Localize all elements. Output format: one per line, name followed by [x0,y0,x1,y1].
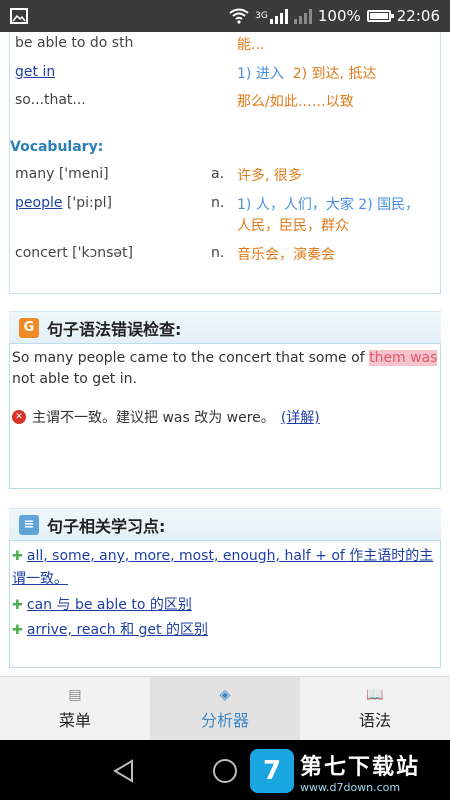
clock: 22:06 [396,7,440,25]
input-sentence: So many people came to the concert that … [12,350,438,387]
learning-point-link[interactable]: ✚ can 与 be able to 的区别 [12,594,436,617]
tab-grammar[interactable]: 📖 语法 [300,677,450,740]
book-icon: 📖 [366,686,384,703]
notes-icon: ≡ [19,514,39,535]
phrase-en: so...that... [15,92,86,108]
grammar-check-icon: G [19,317,39,338]
details-link[interactable]: (详解) [281,407,320,427]
vocab-pos: a. [211,166,225,182]
watermark-name: 第七下载站 [300,754,421,780]
tab-menu[interactable]: ▤ 菜单 [0,677,150,740]
vocab-zh: 许多, 很多 [237,168,302,184]
signal-strength-sim2-icon [293,8,312,24]
signal-strength-icon [269,8,288,24]
learning-points-title: 句子相关学习点: [47,516,166,536]
status-bar: 3G 100% 22:06 [0,0,450,32]
learning-points-panel: ✚ all, some, any, more, most, enough, hal… [9,540,441,668]
learning-point-link[interactable]: ✚ arrive, reach 和 get 的区别 [12,619,436,642]
vocab-pos: n. [211,245,225,261]
plus-icon: ✚ [12,623,23,638]
tab-analyzer[interactable]: ◈ 分析器 [150,677,300,740]
phrase-link-get-in[interactable]: get in [15,64,55,80]
error-message: ✕ 主谓不一致。建议把 was 改为 were。 (详解) [12,407,320,427]
plus-icon: ✚ [12,598,23,613]
home-icon[interactable] [212,758,238,784]
vocab-word: many ['meni] [15,166,109,182]
phrase-en: be able to do sth [15,35,134,51]
battery-percent: 100% [317,7,361,25]
vocab-word: concert ['kɔnsət] [15,245,133,261]
vocab-zh: 1) 人，人们，大家 2) 国民， 人民，臣民，群众 [237,197,420,234]
watermark-url: www.d7down.com [300,780,401,794]
error-highlight: them was [369,350,438,366]
vocab-zh: 音乐会，演奏会 [237,247,335,263]
grammar-check-panel: So many people came to the concert that … [9,343,441,489]
learning-point-link[interactable]: ✚ all, some, any, more, most, enough, hal… [12,545,436,590]
phrase-zh: 能... [237,37,265,53]
network-type-label: 3G [255,11,268,21]
grammar-check-title: 句子语法错误检查: [47,319,182,339]
phrase-zh: 那么/如此……以致 [237,94,354,110]
vocab-word: people ['pi:pl] [15,195,112,211]
bottom-tab-bar: ▤ 菜单 ◈ 分析器 📖 语法 [0,676,450,740]
learning-points-header: ≡ 句子相关学习点: [9,508,441,540]
layers-icon: ◈ [219,686,231,703]
analysis-panel: be able to do sth 能... get in 1) 进入 2) 到… [9,32,441,294]
vocab-link-people[interactable]: people [15,195,62,211]
phrase-zh: 1) 进入 2) 到达, 抵达 [237,66,377,82]
vocab-pos: n. [211,195,225,211]
watermark: 7 第七下载站 www.d7down.com [250,745,450,797]
image-notification-icon [10,8,28,24]
watermark-logo: 7 [250,749,294,793]
list-icon: ▤ [68,686,82,703]
plus-icon: ✚ [12,549,23,564]
wifi-icon [229,8,249,24]
grammar-check-header: G 句子语法错误检查: [9,311,441,343]
vocabulary-title: Vocabulary: [10,139,104,155]
battery-icon [366,10,394,22]
back-icon[interactable] [112,759,136,783]
error-icon: ✕ [12,410,26,424]
